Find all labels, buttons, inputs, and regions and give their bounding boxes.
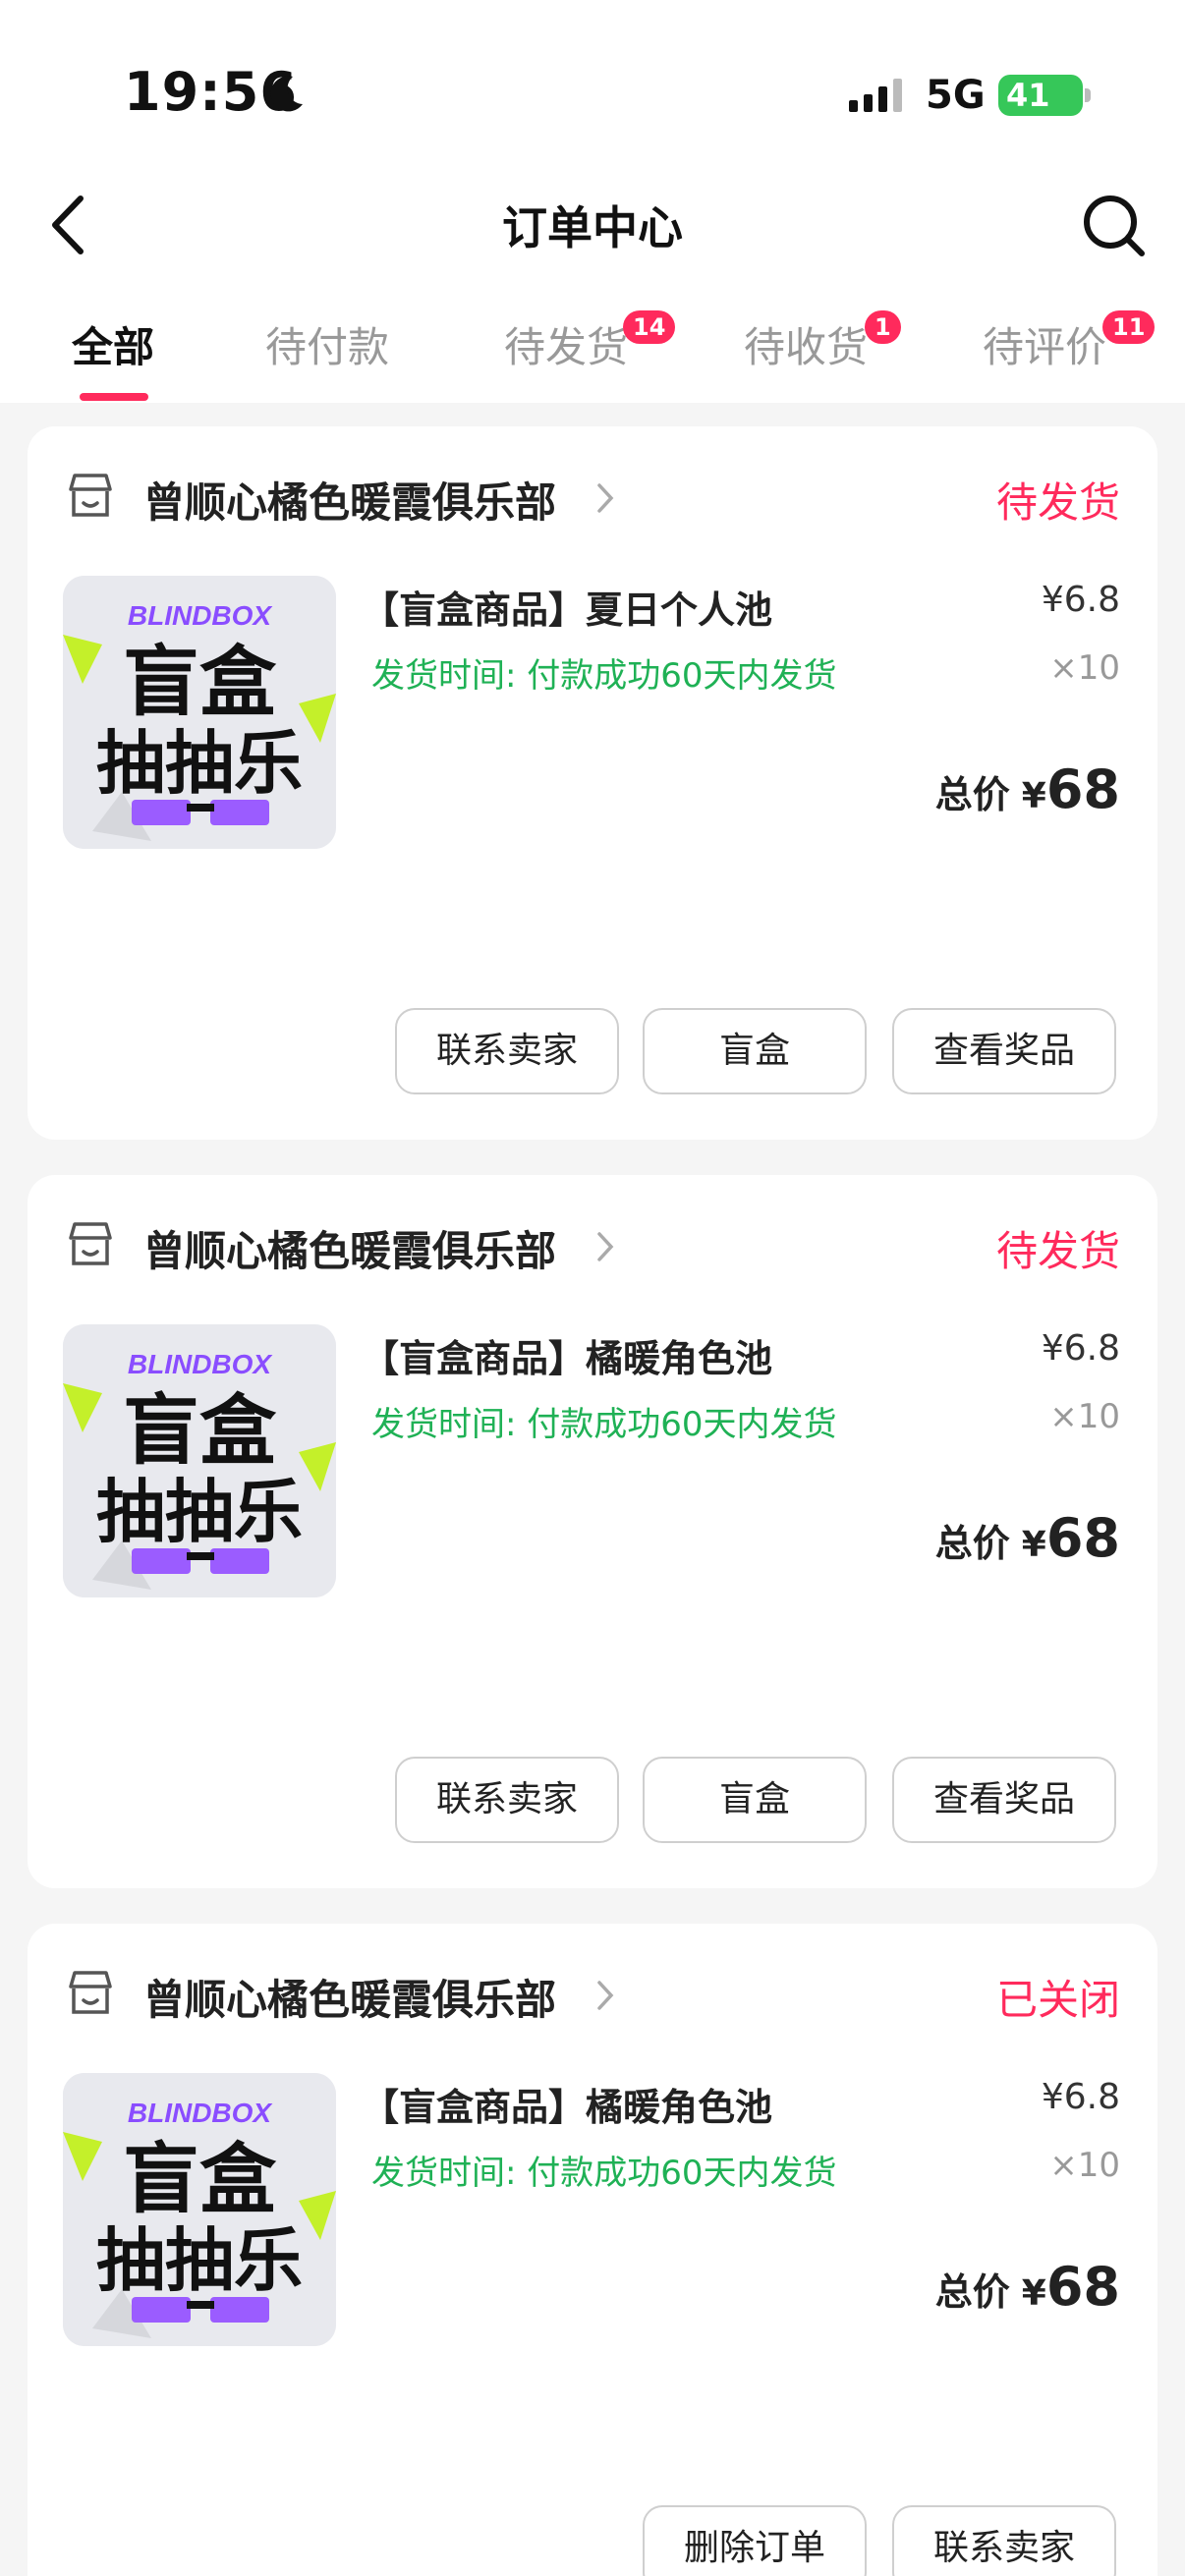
network-type: 5G xyxy=(926,73,986,118)
quantity: ×10 xyxy=(1049,1397,1120,1436)
shipping-note: 发货时间: 付款成功60天内发货 xyxy=(371,1405,837,1444)
total-label: 总价 xyxy=(934,2270,1010,2314)
shop-icon xyxy=(69,1222,112,1265)
status-bar: 19:56 5G 41 xyxy=(0,0,1185,167)
order-total: 总价 ¥68 xyxy=(935,1507,1120,1569)
thumb-line2: 抽抽乐 xyxy=(96,2220,303,2301)
order-total: 总价 ¥68 xyxy=(935,2256,1120,2318)
contact-seller-button[interactable]: 联系卖家 xyxy=(395,1008,619,1094)
thumb-brand: BLINDBOX xyxy=(128,1349,274,1379)
thumb-line2: 抽抽乐 xyxy=(96,1472,303,1552)
battery-icon: 41 xyxy=(998,75,1083,116)
blind-box-button[interactable]: 盲盒 xyxy=(643,1008,867,1094)
contact-seller-button[interactable]: 联系卖家 xyxy=(892,2505,1116,2576)
product-title[interactable]: 【盲盒商品】橘暖角色池 xyxy=(362,2077,772,2131)
delete-order-button[interactable]: 删除订单 xyxy=(643,2505,867,2576)
total-amount: 68 xyxy=(1045,758,1120,820)
search-icon[interactable] xyxy=(1081,193,1148,259)
chevron-right-icon xyxy=(597,1232,614,1261)
shop-name[interactable]: 曾顺心橘色暖霞俱乐部 xyxy=(143,470,556,530)
view-prizes-button[interactable]: 查看奖品 xyxy=(892,1757,1116,1843)
page-title: 订单中心 xyxy=(502,201,683,254)
quantity: ×10 xyxy=(1049,2146,1120,2185)
product-title[interactable]: 【盲盒商品】夏日个人池 xyxy=(362,580,772,634)
battery-level: 41 xyxy=(1006,77,1050,114)
shop-icon xyxy=(69,1971,112,2014)
order-total: 总价 ¥68 xyxy=(935,758,1120,820)
thumb-line2: 抽抽乐 xyxy=(96,723,303,804)
chevron-right-icon xyxy=(597,483,614,513)
total-currency: ¥ xyxy=(1021,2273,1046,2314)
product-thumbnail[interactable]: BLINDBOX 盲盒 抽抽乐 xyxy=(63,1324,336,1597)
blind-box-button[interactable]: 盲盒 xyxy=(643,1757,867,1843)
product-thumbnail[interactable]: BLINDBOX 盲盒 抽抽乐 xyxy=(63,576,336,849)
moon-icon xyxy=(270,76,303,112)
pending-receipt-badge: 1 xyxy=(865,310,901,344)
order-status: 已关闭 xyxy=(995,1976,1120,2024)
thumb-brand: BLINDBOX xyxy=(128,600,274,631)
order-center-screen: 19:56 5G 41 订单中心 全部 待付款 待发货 14 待收货 1 待评价… xyxy=(0,0,1185,2576)
order-status: 待发货 xyxy=(995,478,1120,527)
unit-price: ¥6.8 xyxy=(1041,2077,1120,2117)
quantity: ×10 xyxy=(1049,648,1120,688)
tab-pending-receipt[interactable]: 待收货 xyxy=(744,314,868,374)
thumb-brand: BLINDBOX xyxy=(128,2098,274,2128)
unit-price: ¥6.8 xyxy=(1041,1328,1120,1369)
pending-shipment-badge: 14 xyxy=(623,310,676,344)
unit-price: ¥6.8 xyxy=(1041,580,1120,620)
chevron-right-icon xyxy=(597,1981,614,2010)
shipping-note: 发货时间: 付款成功60天内发货 xyxy=(371,2154,837,2193)
order-status: 待发货 xyxy=(995,1227,1120,1275)
order-card[interactable]: 曾顺心橘色暖霞俱乐部 待发货 BLINDBOX 盲盒 抽抽乐 【盲盒商品】橘暖角… xyxy=(28,1175,1157,1888)
contact-seller-button[interactable]: 联系卖家 xyxy=(395,1757,619,1843)
total-currency: ¥ xyxy=(1021,776,1046,816)
order-card[interactable]: 曾顺心橘色暖霞俱乐部 待发货 BLINDBOX 盲盒 抽抽乐 【盲盒商品】夏日个… xyxy=(28,426,1157,1140)
product-thumbnail[interactable]: BLINDBOX 盲盒 抽抽乐 xyxy=(63,2073,336,2346)
thumb-line1: 盲盒 xyxy=(123,2136,277,2224)
total-label: 总价 xyxy=(934,773,1010,816)
tab-pending-review[interactable]: 待评价 xyxy=(983,314,1106,374)
shop-name[interactable]: 曾顺心橘色暖霞俱乐部 xyxy=(143,1967,556,2027)
total-currency: ¥ xyxy=(1021,1525,1046,1565)
thumb-line1: 盲盒 xyxy=(123,639,277,727)
tab-pending-shipment[interactable]: 待发货 xyxy=(504,314,628,374)
shop-icon xyxy=(69,474,112,517)
total-amount: 68 xyxy=(1045,2256,1120,2318)
cellular-signal-icon xyxy=(849,79,902,112)
order-tabs: 全部 待付款 待发货 14 待收货 1 待评价 11 xyxy=(0,285,1185,403)
total-amount: 68 xyxy=(1045,1507,1120,1569)
thumb-line1: 盲盒 xyxy=(123,1387,277,1476)
tab-pending-payment[interactable]: 待付款 xyxy=(265,314,389,374)
total-label: 总价 xyxy=(934,1522,1010,1565)
battery-cap xyxy=(1085,88,1091,102)
shop-name[interactable]: 曾顺心橘色暖霞俱乐部 xyxy=(143,1218,556,1278)
view-prizes-button[interactable]: 查看奖品 xyxy=(892,1008,1116,1094)
order-card[interactable]: 曾顺心橘色暖霞俱乐部 已关闭 BLINDBOX 盲盒 抽抽乐 【盲盒商品】橘暖角… xyxy=(28,1924,1157,2576)
shipping-note: 发货时间: 付款成功60天内发货 xyxy=(371,656,837,696)
tab-all[interactable]: 全部 xyxy=(72,314,154,374)
active-tab-indicator xyxy=(80,393,148,401)
product-title[interactable]: 【盲盒商品】橘暖角色池 xyxy=(362,1328,772,1382)
pending-review-badge: 11 xyxy=(1102,310,1156,344)
nav-bar: 订单中心 xyxy=(0,167,1185,285)
